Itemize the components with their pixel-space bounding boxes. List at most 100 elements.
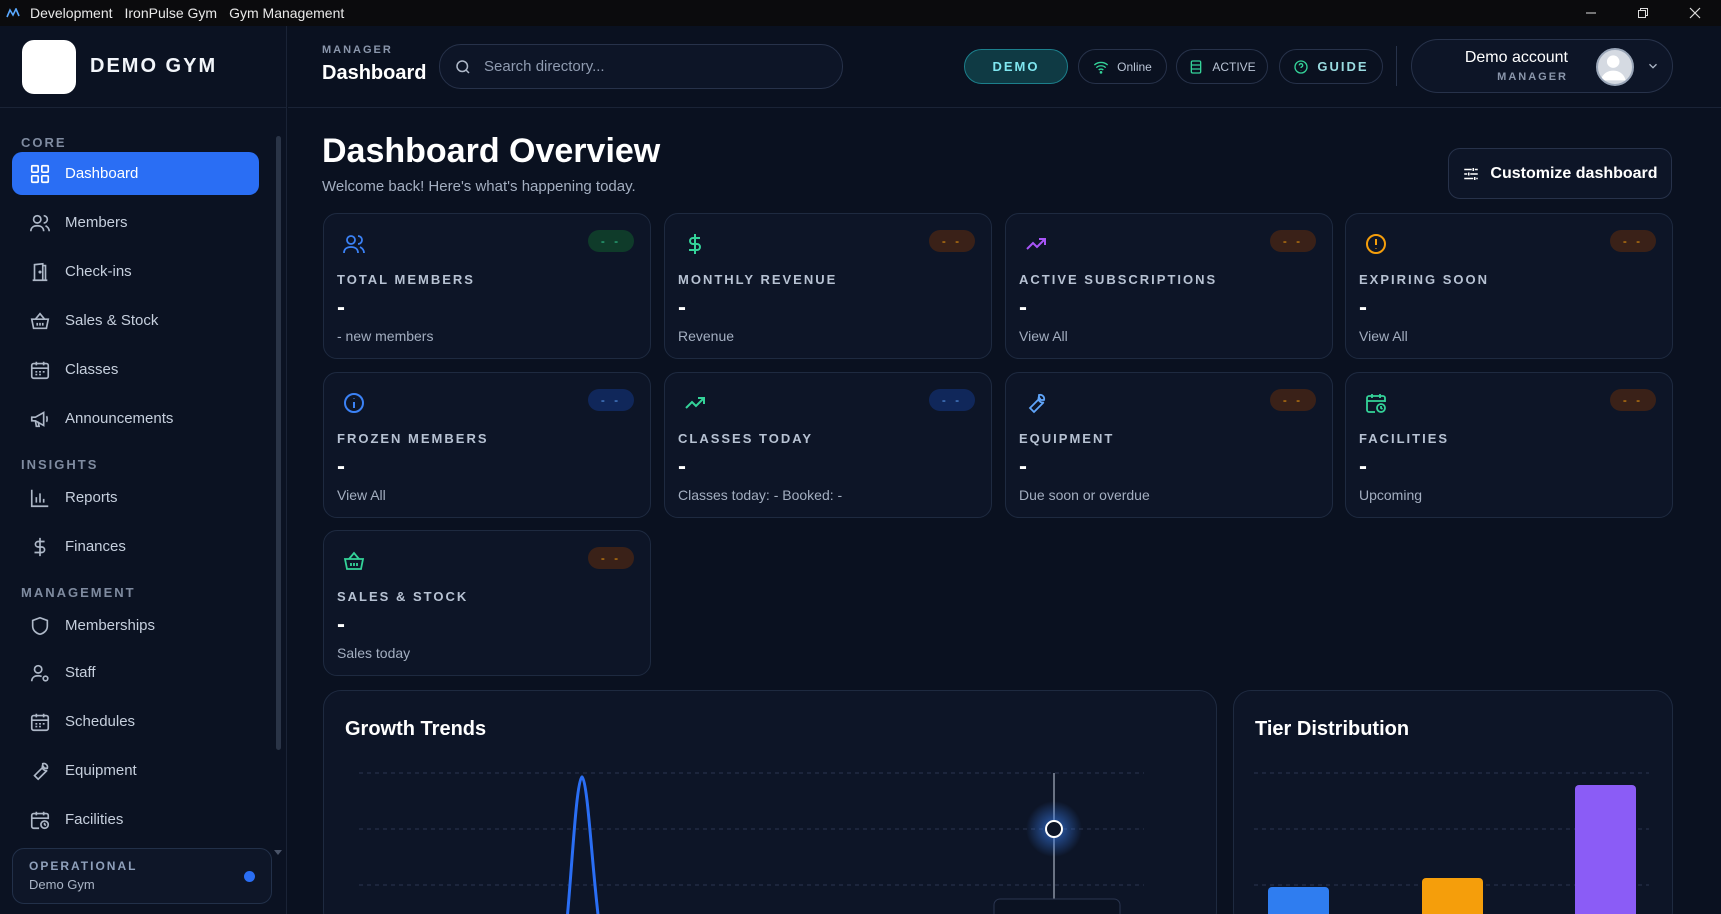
page-title: Dashboard [322,62,427,84]
stat-card-expiring-soon[interactable]: - - EXPIRING SOON - View All [1345,213,1673,359]
status-card: OPERATIONAL Demo Gym [12,848,272,904]
trend-badge: - - [588,389,634,411]
nav-section-title: CORE [21,135,67,150]
stat-value: - [1019,453,1027,480]
header-divider [1396,46,1397,86]
stat-label: EQUIPMENT [1019,431,1115,446]
stat-card-total-members[interactable]: - - TOTAL MEMBERS - - new members [323,213,651,359]
demo-badge[interactable]: DEMO [964,49,1068,84]
wrench-icon [33,762,49,780]
stat-card-active-subscriptions[interactable]: - - ACTIVE SUBSCRIPTIONS - View All [1005,213,1333,359]
trend-badge: - - [1270,230,1316,252]
growth-trends-chart[interactable] [324,691,1218,914]
stat-card-equipment[interactable]: - - EQUIPMENT - Due soon or overdue [1005,372,1333,518]
stat-card-monthly-revenue[interactable]: - - MONTHLY REVENUE - Revenue [664,213,992,359]
calendar-clock-icon [1364,391,1388,415]
sidebar-item-schedules[interactable]: Schedules [12,700,259,743]
nav-section-title: INSIGHTS [21,457,99,472]
close-button[interactable] [1669,0,1721,26]
restore-button[interactable] [1617,0,1669,26]
minimize-icon [1586,12,1596,14]
sidebar-item-reports[interactable]: Reports [12,476,259,519]
sidebar-item-sales-stock[interactable]: Sales & Stock [12,299,259,342]
sidebar-item-classes[interactable]: Classes [12,348,259,391]
sidebar-item-equipment[interactable]: Equipment [12,749,259,792]
stat-card-sales-stock[interactable]: - - SALES & STOCK - Sales today [323,530,651,676]
sidebar-item-label: Check-ins [65,263,132,280]
sidebar-item-label: Announcements [65,410,174,427]
stat-label: MONTHLY REVENUE [678,272,838,287]
customize-label: Customize dashboard [1490,164,1658,182]
online-status[interactable]: Online [1078,49,1167,84]
stat-subtext[interactable]: View All [1019,328,1068,344]
guide-label: GUIDE [1317,59,1369,74]
avatar[interactable] [1596,48,1634,86]
dashboard-title: Dashboard Overview [322,132,661,170]
tier-distribution-chart[interactable] [1234,691,1674,914]
stat-value: - [1359,294,1367,321]
sidebar-item-staff[interactable]: Staff [12,651,259,694]
sidebar-item-dashboard[interactable]: Dashboard [12,152,259,195]
stat-label: FROZEN MEMBERS [337,431,489,446]
growth-line [566,775,600,914]
trending-up-icon [683,391,707,415]
sidebar-item-finances[interactable]: Finances [12,525,259,568]
stat-label: CLASSES TODAY [678,431,814,446]
search-bar[interactable] [439,44,843,89]
stat-value: - [337,453,345,480]
sidebar-item-memberships[interactable]: Memberships [12,604,259,647]
sidebar-item-facilities[interactable]: Facilities [12,798,259,838]
dollar-icon [683,232,707,256]
calendar-clock-icon [30,811,50,829]
users-icon [342,232,366,256]
stat-label: EXPIRING SOON [1359,272,1490,287]
sidebar-scrollbar[interactable] [276,136,281,750]
stat-subtext[interactable]: View All [1359,328,1408,344]
stat-card-frozen-members[interactable]: - - FROZEN MEMBERS - View All [323,372,651,518]
stat-value: - [337,294,345,321]
brand-logo[interactable] [22,39,76,94]
basket-icon [30,311,50,329]
stat-card-classes-today[interactable]: - - CLASSES TODAY - Classes today: - Boo… [664,372,992,518]
customize-dashboard-button[interactable]: Customize dashboard [1448,148,1672,199]
stat-value: - [678,453,686,480]
sidebar-item-announcements[interactable]: Announcements [12,397,259,440]
sliders-icon [1464,167,1479,180]
tier-bar [1422,878,1483,914]
brand-name: DEMO GYM [90,55,218,77]
sidebar-item-label: Reports [65,489,118,506]
trend-badge: - - [588,547,634,569]
guide-button[interactable]: GUIDE [1279,49,1383,84]
sidebar-item-label: Classes [65,361,119,378]
status-subtitle: Demo Gym [29,877,95,892]
sidebar-item-label: Schedules [65,713,136,730]
active-status[interactable]: ACTIVE [1176,49,1268,84]
stat-subtext: Upcoming [1359,487,1423,503]
tier-bar [1268,887,1329,914]
trend-badge: - - [1610,230,1656,252]
scroll-down-arrow[interactable] [274,850,282,855]
titlebar-item: IronPulse Gym [124,5,218,21]
bar-chart-icon [30,489,49,507]
stat-value: - [1359,453,1367,480]
calendar-icon [30,361,50,379]
stat-card-facilities[interactable]: - - FACILITIES - Upcoming [1345,372,1673,518]
sidebar-item-check-ins[interactable]: Check-ins [12,250,259,293]
wifi-icon [1094,61,1109,74]
trend-badge: - - [929,389,975,411]
help-circle-icon [1294,59,1309,74]
sidebar-nav: CORE Dashboard Members Check-ins Sales &… [0,108,272,838]
stat-subtext[interactable]: View All [337,487,386,503]
stat-value: - [678,294,686,321]
account-menu[interactable]: Demo account MANAGER [1411,39,1673,93]
sidebar-item-label: Finances [65,538,126,555]
sidebar-item-label: Equipment [65,762,137,779]
trending-up-icon [1024,232,1048,256]
demo-label: DEMO [992,59,1040,74]
search-input[interactable] [484,58,814,75]
growth-trends-panel: Growth Trends [323,690,1217,914]
sidebar-item-label: Memberships [65,617,156,634]
basket-icon [342,549,366,573]
minimize-button[interactable] [1565,0,1617,26]
sidebar-item-members[interactable]: Members [12,201,259,244]
